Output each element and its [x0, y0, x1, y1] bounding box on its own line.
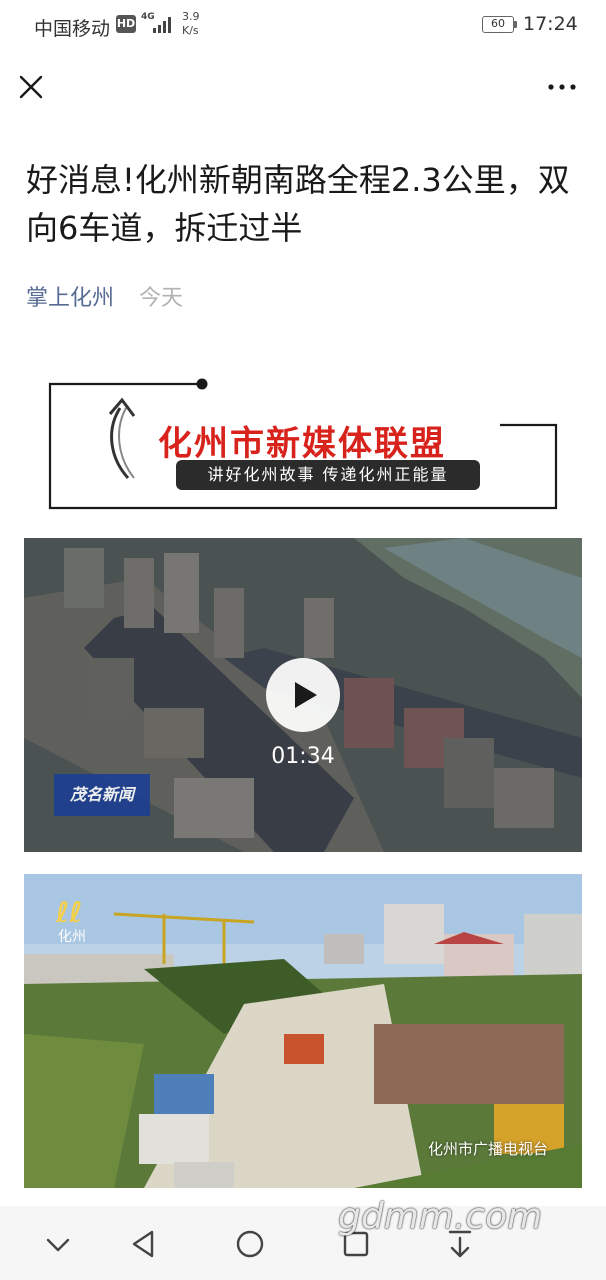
signal-icon	[153, 17, 171, 33]
close-icon	[19, 75, 43, 99]
site-watermark: gdmm.com	[338, 1196, 543, 1237]
tv-station-logo: ℓℓ	[56, 896, 83, 929]
play-button[interactable]	[266, 658, 340, 732]
back-icon	[132, 1230, 154, 1258]
video-duration: 01:34	[271, 744, 335, 769]
hd-badge: HD	[116, 15, 136, 33]
status-bar: 中国移动 HD 4G 3.9 K/s 60 17:24	[0, 0, 606, 54]
home-button[interactable]	[228, 1222, 272, 1266]
author-link[interactable]: 掌上化州	[26, 286, 114, 311]
channel-logo: 茂名新闻	[54, 774, 150, 816]
chevron-down-icon	[46, 1238, 70, 1252]
battery-tip	[514, 21, 517, 28]
battery-level: 60	[491, 17, 505, 30]
article-meta: 掌上化州 今天	[26, 280, 183, 312]
photo-watermark-caption: 化州市广播电视台	[428, 1140, 549, 1158]
battery-icon: 60	[482, 16, 514, 33]
back-button[interactable]	[122, 1222, 166, 1266]
tv-station-logo-sub: 化州	[58, 929, 86, 945]
clock: 17:24	[523, 13, 578, 35]
collapse-button[interactable]	[36, 1222, 80, 1266]
close-button[interactable]	[14, 70, 48, 104]
home-icon	[236, 1230, 264, 1258]
more-dots-icon	[548, 84, 576, 90]
article-title: 好消息!化州新朝南路全程2.3公里，双向6车道，拆迁过半	[26, 161, 570, 247]
play-icon	[295, 682, 317, 708]
network-speed: 3.9 K/s	[182, 10, 200, 38]
article-photo[interactable]: ℓℓ 化州 化州市广播电视台	[24, 874, 582, 1188]
video-player[interactable]: 茂名新闻 01:34	[24, 538, 582, 852]
banner-slogan: 讲好化州故事 传递化州正能量	[176, 460, 480, 490]
speed-unit: K/s	[182, 24, 199, 37]
banner-title: 化州市新媒体联盟	[158, 424, 446, 464]
more-button[interactable]	[544, 72, 580, 102]
speed-value: 3.9	[182, 10, 200, 23]
media-alliance-banner: 化州市新媒体联盟 讲好化州故事 传递化州正能量	[48, 378, 560, 512]
carrier-name: 中国移动	[34, 18, 111, 40]
publish-date: 今天	[139, 286, 184, 311]
